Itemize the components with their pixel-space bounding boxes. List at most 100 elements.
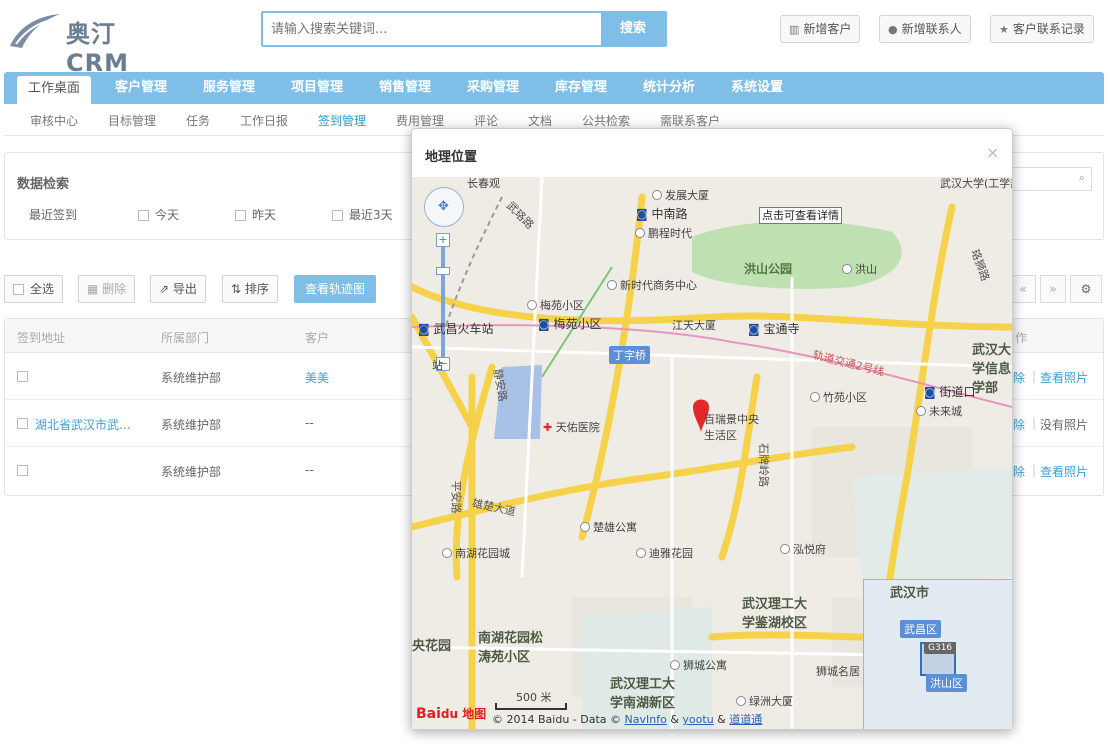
contact-record-label: 客户联系记录 [1012, 22, 1085, 36]
map-copyright: © 2014 Baidu - Data © NavInfo & yootu & … [492, 713, 763, 726]
map-label: 发展大厦 [652, 187, 709, 203]
filter-yesterday[interactable]: 昨天 [235, 206, 276, 223]
subnav-item-need-contact[interactable]: 需联系客户 [660, 112, 720, 129]
row-photo-link[interactable]: 查看照片 [1040, 369, 1088, 386]
map-label: ◙ 街道口 [924, 385, 976, 399]
sort-button[interactable]: ⇅ 排序 [222, 275, 278, 303]
row-checkbox[interactable] [17, 416, 34, 430]
sort-icon: ⇅ [231, 282, 245, 296]
zoom-slider-handle[interactable] [436, 267, 450, 275]
nav-item-sales[interactable]: 销售管理 [379, 72, 431, 104]
search-button[interactable]: 搜索 [601, 13, 665, 45]
logo-text: 奥汀CRM [66, 20, 129, 77]
sort-label: 排序 [244, 282, 269, 296]
row-checkbox[interactable] [17, 369, 34, 383]
map-label: ◙ 武昌火车站 [418, 322, 494, 336]
nav-item-workdesk[interactable]: 工作桌面 [17, 76, 92, 104]
row-photo-link[interactable]: 查看照片 [1040, 463, 1088, 480]
row-delete-link[interactable]: 除 [1013, 416, 1025, 433]
row-customer: -- [305, 463, 314, 477]
export-button[interactable]: ⇗ 导出 [150, 275, 206, 303]
map-overview-inset[interactable]: 武汉市 武昌区 G316 洪山区 [863, 579, 1012, 729]
checkbox[interactable] [332, 210, 343, 221]
marker-label[interactable]: 百瑞景中央生活区 [704, 411, 764, 443]
subnav-item-comments[interactable]: 评论 [474, 112, 498, 129]
map-label: 绿洲大厦 [736, 693, 793, 709]
row-customer[interactable]: 美美 [305, 369, 329, 386]
map-label: 丁字桥 [609, 346, 650, 364]
select-all-button[interactable]: 全选 [4, 275, 64, 303]
map-label: 竹苑小区 [810, 389, 867, 405]
map-label: 江天大厦 [672, 319, 716, 332]
row-dept: 系统维护部 [161, 371, 222, 385]
subnav-item-tasks[interactable]: 任务 [186, 112, 210, 129]
col-address: 签到地址 [17, 331, 66, 345]
zoom-track[interactable] [441, 247, 445, 357]
panel-search-input[interactable]: ⌕ [1008, 167, 1092, 191]
nav-item-purchase[interactable]: 采购管理 [467, 72, 519, 104]
close-icon[interactable]: × [986, 143, 999, 162]
add-contact-label: 新增联系人 [901, 22, 962, 36]
map-label: 未来城 [916, 403, 962, 419]
location-modal: 地理位置 × ✥ + − 点击可查看详情 长春观 发展大厦 ◙ 中南路 武珞路 … [411, 128, 1013, 730]
nav-item-inventory[interactable]: 库存管理 [555, 72, 607, 104]
modal-title: 地理位置 [425, 150, 478, 165]
prev-page-button[interactable]: « [1010, 275, 1036, 303]
col-customer: 客户 [305, 331, 330, 345]
row-divider: | [1032, 416, 1037, 430]
export-icon: ⇗ [159, 282, 173, 296]
contact-record-button[interactable]: ★ 客户联系记录 [990, 15, 1094, 43]
filter-today[interactable]: 今天 [138, 206, 179, 223]
row-delete-link[interactable]: 除 [1013, 369, 1025, 386]
view-track-button[interactable]: 查看轨迹图 [294, 275, 377, 303]
road-label: 平安路 [449, 480, 463, 514]
map-label: 站 [432, 359, 443, 372]
map-label: 武汉大学(工学部) [940, 177, 1012, 190]
add-customer-button[interactable]: ▥ 新增客户 [780, 15, 861, 43]
subnav-item-daily[interactable]: 工作日报 [240, 112, 288, 129]
settings-gear-icon[interactable]: ⚙ [1070, 275, 1102, 303]
zoom-in-icon[interactable]: + [436, 233, 450, 247]
subnav-item-checkin[interactable]: 签到管理 [318, 112, 366, 129]
nav-item-service[interactable]: 服务管理 [203, 72, 255, 104]
provider-link[interactable]: 道道通 [729, 713, 762, 726]
row-address[interactable]: 湖北省武汉市武... [35, 416, 130, 433]
subnav-item-review[interactable]: 审核中心 [30, 112, 78, 129]
map-label: 梅苑小区 [527, 297, 584, 313]
search-input[interactable] [263, 13, 601, 45]
star-icon: ★ [999, 23, 1009, 36]
logo[interactable]: 奥汀CRM [8, 10, 178, 77]
map-pan-control[interactable]: ✥ [424, 187, 464, 227]
map-label: 长春观 [467, 177, 500, 190]
nav-item-settings[interactable]: 系统设置 [731, 72, 783, 104]
map-label: 狮城名居 [816, 665, 860, 678]
map-label: 狮城公寓 [670, 657, 727, 673]
nav-item-stats[interactable]: 统计分析 [643, 72, 695, 104]
baidu-map[interactable]: ✥ + − 点击可查看详情 长春观 发展大厦 ◙ 中南路 武珞路 鹏程时代 洪山… [412, 177, 1012, 729]
nav-item-project[interactable]: 项目管理 [291, 72, 343, 104]
col-action: 作 [1015, 331, 1028, 345]
row-delete-link[interactable]: 除 [1013, 463, 1025, 480]
checkbox[interactable] [13, 284, 24, 295]
map-tooltip[interactable]: 点击可查看详情 [759, 207, 842, 224]
checkbox[interactable] [138, 210, 149, 221]
subnav-item-docs[interactable]: 文档 [528, 112, 552, 129]
filter-3days[interactable]: 最近3天 [332, 206, 393, 223]
building-icon: ▥ [789, 23, 800, 36]
inset-district-label: 武昌区 [900, 620, 941, 638]
map-zoom-control[interactable]: + − [436, 233, 450, 373]
row-checkbox[interactable] [17, 463, 34, 477]
subnav-item-expense[interactable]: 费用管理 [396, 112, 444, 129]
add-contact-button[interactable]: ● 新增联系人 [879, 15, 971, 43]
delete-button[interactable]: ▦ 删除 [78, 275, 136, 303]
provider-link[interactable]: yootu [682, 713, 713, 726]
col-dept: 所属部门 [161, 331, 210, 345]
pan-arrows-icon: ✥ [438, 199, 449, 214]
subnav-item-public-search[interactable]: 公共检索 [582, 112, 630, 129]
subnav-item-goals[interactable]: 目标管理 [108, 112, 156, 129]
nav-item-customer[interactable]: 客户管理 [115, 72, 167, 104]
checkbox[interactable] [235, 210, 246, 221]
map-label: 央花园 [412, 639, 452, 654]
next-page-button[interactable]: » [1040, 275, 1066, 303]
provider-link[interactable]: NavInfo [625, 713, 667, 726]
